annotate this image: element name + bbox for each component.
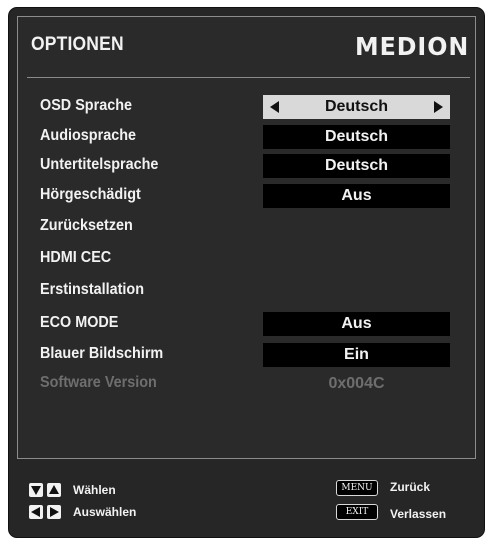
choose-hint: Auswählen <box>73 505 137 519</box>
subtitle-language-value: Deutsch <box>324 157 389 174</box>
menu-item-eco-mode[interactable]: ECO MODE Aus <box>40 312 460 336</box>
hearing-impaired-value-box[interactable]: Aus <box>263 184 450 208</box>
menu-item-subtitle-language[interactable]: Untertitelsprache Deutsch <box>40 154 460 178</box>
audio-language-value: Deutsch <box>324 128 389 145</box>
footer-help-bar: Wählen Auswählen MENU Zurück EXIT Verlas… <box>17 463 476 530</box>
down-arrow-key-icon <box>29 483 43 497</box>
leave-hint: Verlassen <box>390 507 447 521</box>
eco-mode-value: Aus <box>341 315 372 332</box>
eco-mode-value-box[interactable]: Aus <box>263 312 450 336</box>
options-osd-window: OPTIONEN MEDION OSD Sprache Deutsch Audi… <box>8 7 485 538</box>
subtitle-language-value-box[interactable]: Deutsch <box>263 154 450 178</box>
menu-item-label: Blauer Bildschirm <box>40 345 164 362</box>
menu-item-label: HDMI CEC <box>40 249 112 266</box>
blue-screen-value: Ein <box>344 346 369 363</box>
menu-item-osd-language[interactable]: OSD Sprache Deutsch <box>40 95 460 119</box>
blue-screen-value-box[interactable]: Ein <box>263 343 450 367</box>
exit-key-icon[interactable]: EXIT <box>336 504 378 520</box>
menu-item-hearing-impaired[interactable]: Hörgeschädigt Aus <box>40 184 460 208</box>
menu-item-label: Software Version <box>40 374 157 391</box>
menu-key-icon[interactable]: MENU <box>336 480 378 496</box>
audio-language-value-box[interactable]: Deutsch <box>263 125 450 149</box>
up-arrow-key-icon <box>47 483 61 497</box>
menu-item-software-version: Software Version 0x004C <box>40 372 460 396</box>
left-arrow-icon[interactable] <box>270 101 279 113</box>
menu-item-label: Audiosprache <box>40 127 137 144</box>
page-title: OPTIONEN <box>31 34 124 55</box>
menu-item-hdmi-cec[interactable]: HDMI CEC <box>40 247 460 271</box>
menu-item-first-installation[interactable]: Erstinstallation <box>40 279 460 303</box>
right-arrow-icon[interactable] <box>434 101 443 113</box>
osd-language-value: Deutsch <box>324 98 389 115</box>
menu-item-label: Untertitelsprache <box>40 156 159 173</box>
osd-language-selector[interactable]: Deutsch <box>263 95 450 119</box>
software-version-value: 0x004C <box>328 375 385 392</box>
menu-item-label: Erstinstallation <box>40 281 145 298</box>
menu-item-label: Hörgeschädigt <box>40 186 141 203</box>
back-hint: Zurück <box>390 480 431 494</box>
menu-item-label: OSD Sprache <box>40 97 133 114</box>
software-version-value-box: 0x004C <box>263 372 450 396</box>
menu-item-reset[interactable]: Zurücksetzen <box>40 215 460 239</box>
menu-item-label: Zurücksetzen <box>40 217 133 234</box>
left-arrow-key-icon <box>29 505 43 519</box>
menu-item-blue-screen[interactable]: Blauer Bildschirm Ein <box>40 343 460 367</box>
menu-item-audio-language[interactable]: Audiosprache Deutsch <box>40 125 460 149</box>
right-arrow-key-icon <box>47 505 61 519</box>
select-hint: Wählen <box>73 483 116 497</box>
header-divider <box>27 77 470 78</box>
hearing-impaired-value: Aus <box>341 187 372 204</box>
menu-item-label: ECO MODE <box>40 314 119 331</box>
medion-logo: MEDION <box>354 32 469 61</box>
